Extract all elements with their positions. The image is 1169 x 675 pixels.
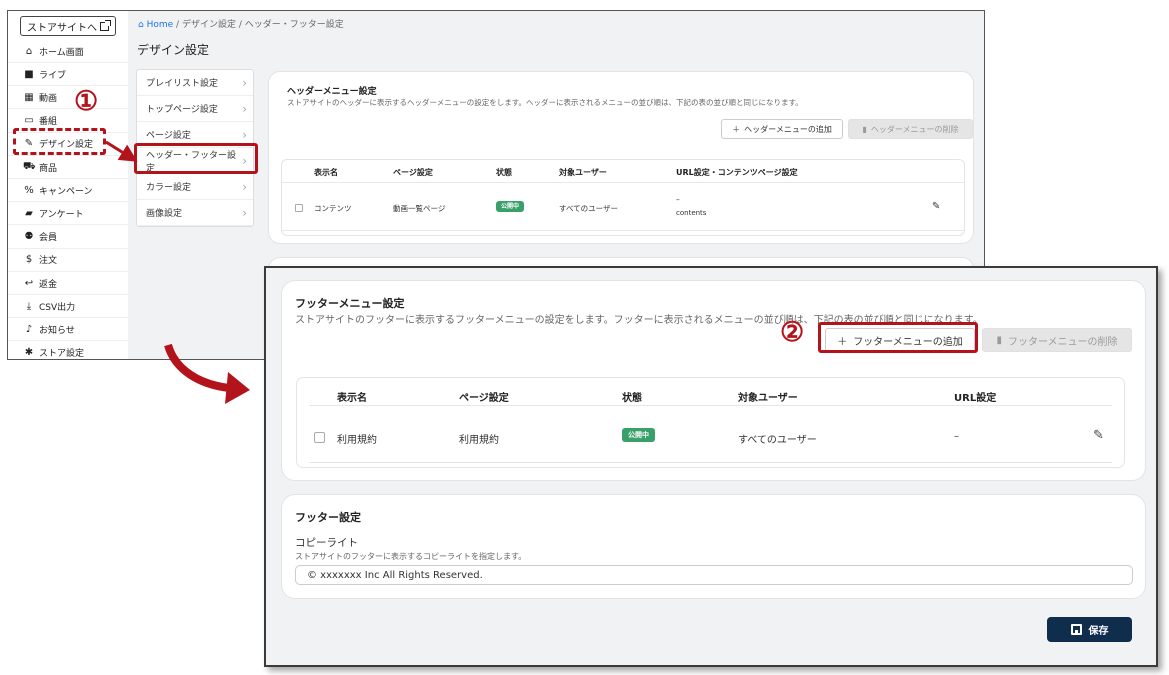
copyright-label: コピーライト — [295, 537, 358, 549]
col-status: 状態 — [622, 393, 642, 404]
footer-settings-card: フッター設定 コピーライト ストアサイトのフッターに表示するコピーライトを指定し… — [281, 494, 1146, 599]
row-url: – — [954, 431, 959, 442]
trash-icon: ▮ — [996, 334, 1002, 346]
row-checkbox[interactable] — [314, 432, 325, 443]
footer-settings-title: フッター設定 — [295, 511, 361, 524]
curved-arrow — [164, 343, 231, 392]
row-target: すべてのユーザー — [738, 435, 817, 446]
col-url: URL設定 — [954, 393, 997, 404]
row-page: 利用規約 — [459, 435, 499, 446]
row-name: 利用規約 — [337, 435, 377, 446]
edit-pencil-icon[interactable]: ✎ — [1093, 428, 1104, 443]
col-page: ページ設定 — [459, 393, 509, 404]
footer-menu-card: フッターメニュー設定 ストアサイトのフッターに表示するフッターメニューの設定をし… — [281, 280, 1146, 481]
delete-footer-menu-button[interactable]: ▮ フッターメニューの削除 — [982, 328, 1132, 352]
col-target: 対象ユーザー — [738, 393, 798, 404]
col-display-name: 表示名 — [337, 393, 367, 404]
footer-menu-title: フッターメニュー設定 — [295, 297, 405, 310]
floppy-disk-icon — [1070, 624, 1082, 635]
copyright-input[interactable] — [295, 565, 1133, 585]
footer-menu-table: 表示名 ページ設定 状態 対象ユーザー URL設定 利用規約 利用規約 公開中 … — [296, 377, 1125, 468]
save-button[interactable]: 保存 — [1047, 617, 1132, 642]
arrow-step1 — [105, 140, 138, 162]
step2-number: ② — [780, 317, 805, 348]
status-badge: 公開中 — [622, 428, 655, 442]
copyright-desc: ストアサイトのフッターに表示するコピーライトを指定します。 — [295, 552, 527, 561]
foreground-screenshot: フッターメニュー設定 ストアサイトのフッターに表示するフッターメニューの設定をし… — [264, 266, 1158, 667]
add-footer-button-highlight — [818, 322, 978, 353]
curved-arrow-head — [225, 372, 250, 404]
